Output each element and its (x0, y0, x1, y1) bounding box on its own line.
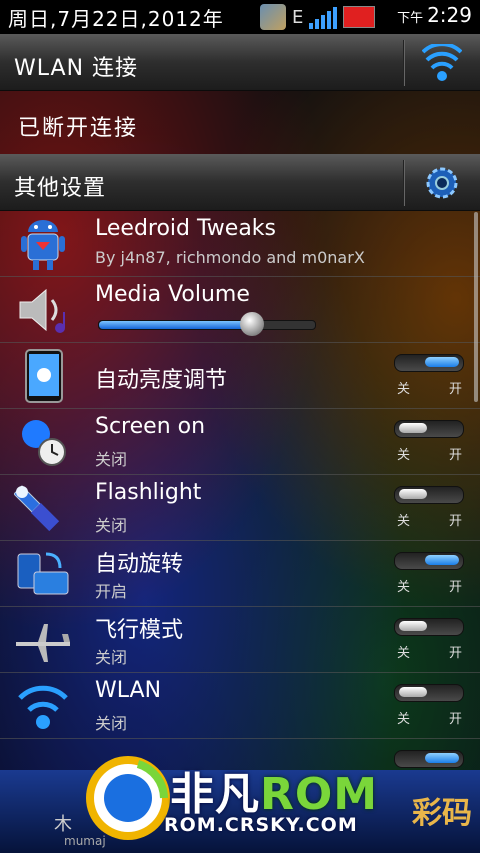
wlan-toggle[interactable] (394, 684, 464, 702)
item-title: Screen on (95, 414, 206, 439)
item-title: WLAN (95, 678, 162, 703)
list-item-screen-on[interactable]: Screen on 关闭 关 开 (0, 408, 480, 475)
flashlight-icon (14, 485, 60, 532)
wifi-icon (18, 685, 68, 729)
list-item-wlan[interactable]: WLAN 关闭 关 开 (0, 672, 480, 739)
toggle-knob (399, 621, 427, 631)
watermark-right-label: 彩码 (412, 796, 472, 831)
item-title: Flashlight (95, 480, 202, 505)
list-item-media-volume[interactable]: Media Volume (0, 276, 480, 343)
signal-icon (309, 5, 338, 29)
watermark-brand-a: 非凡 (170, 769, 260, 820)
toggle-off-label: 关 (396, 514, 410, 529)
other-settings-header[interactable]: 其他设置 (0, 154, 480, 211)
item-subtitle: By j4n87, richmondo and m0narX (95, 248, 365, 267)
network-type: E (292, 6, 304, 28)
flashlight-toggle[interactable] (394, 486, 464, 504)
toggle-off-label: 关 (396, 448, 410, 463)
toggle-on-label: 开 (448, 514, 462, 529)
list-item-airplane-mode[interactable]: 飞行模式 关闭 关 开 (0, 606, 480, 673)
item-subtitle: 关闭 (95, 450, 128, 469)
item-title: 自动亮度调节 (95, 368, 228, 393)
divider (403, 40, 404, 86)
airplane-icon (16, 624, 70, 662)
battery-icon (343, 6, 376, 28)
watermark-url: ROM.CRSKY.COM (164, 814, 358, 836)
toggle-off-label: 关 (396, 712, 410, 727)
volume-slider[interactable] (98, 312, 316, 336)
volume-slider-thumb[interactable] (240, 312, 265, 336)
toggle-on-label: 开 (448, 712, 462, 727)
list-item-auto-brightness[interactable]: 自动亮度调节 关 开 (0, 342, 480, 409)
item-subtitle: 关闭 (95, 714, 128, 733)
watermark-brand-b: ROM (260, 769, 379, 820)
status-ampm: 下午 (397, 11, 424, 26)
scrollbar[interactable] (474, 212, 478, 402)
gear-icon[interactable] (422, 164, 462, 202)
toggle-knob (425, 555, 459, 565)
item-subtitle: 开启 (95, 582, 128, 601)
toggle-on-label: 开 (448, 580, 462, 595)
toggle-on-label: 开 (448, 382, 462, 397)
toggle-knob (425, 753, 459, 763)
volume-slider-fill (99, 321, 253, 329)
toggle-off-label: 关 (396, 646, 410, 661)
item-subtitle: 关闭 (95, 516, 128, 535)
airplane-mode-toggle[interactable] (394, 618, 464, 636)
bulb-clock-icon (22, 420, 66, 466)
toggle-knob (425, 357, 459, 367)
dock-left-label: 木 (54, 814, 72, 835)
status-icons: E (260, 4, 376, 30)
toggle-knob (399, 423, 427, 433)
status-clock: 下午 2:29 (397, 3, 472, 27)
status-bar: 周日,7月22日,2012年 E 下午 2:29 (0, 0, 480, 34)
status-time: 2:29 (427, 3, 472, 27)
disconnected-label: 已断开连接 (18, 116, 139, 141)
toggle-on-label: 开 (448, 646, 462, 661)
list-item-leedroid-tweaks[interactable]: Leedroid Tweaks By j4n87, richmondo and … (0, 210, 480, 277)
toggle-knob (399, 489, 427, 499)
android-robot-icon (21, 220, 65, 270)
item-title: 飞行模式 (95, 618, 184, 643)
rotate-icon (17, 552, 69, 595)
watermark-brand: 非凡ROM (170, 758, 378, 822)
other-settings-label: 其他设置 (14, 176, 107, 201)
item-subtitle: 关闭 (95, 648, 128, 667)
photo-notification-icon (260, 4, 286, 30)
item-title: Media Volume (95, 282, 250, 307)
divider (403, 160, 404, 206)
item-title: Leedroid Tweaks (95, 216, 277, 241)
auto-rotate-toggle[interactable] (394, 552, 464, 570)
speaker-icon (19, 288, 65, 333)
brightness-icon (25, 349, 63, 403)
auto-brightness-toggle[interactable] (394, 354, 464, 372)
wlan-connect-header[interactable]: WLAN 连接 (0, 34, 480, 91)
wlan-header-label: WLAN 连接 (14, 56, 139, 81)
list-item-auto-rotate[interactable]: 自动旋转 开启 关 开 (0, 540, 480, 607)
item-title: 自动旋转 (95, 552, 184, 577)
wifi-icon[interactable] (422, 44, 462, 82)
toggle-knob (399, 687, 427, 697)
dock-left-small: mumaj (64, 834, 106, 848)
list-item-flashlight[interactable]: Flashlight 关闭 关 开 (0, 474, 480, 541)
disconnected-status[interactable]: 已断开连接 (0, 90, 480, 154)
toggle-off-label: 关 (396, 580, 410, 595)
toggle-on-label: 开 (448, 448, 462, 463)
screen-on-toggle[interactable] (394, 420, 464, 438)
status-date: 周日,7月22日,2012年 (8, 6, 224, 31)
toggle-off-label: 关 (396, 382, 410, 397)
